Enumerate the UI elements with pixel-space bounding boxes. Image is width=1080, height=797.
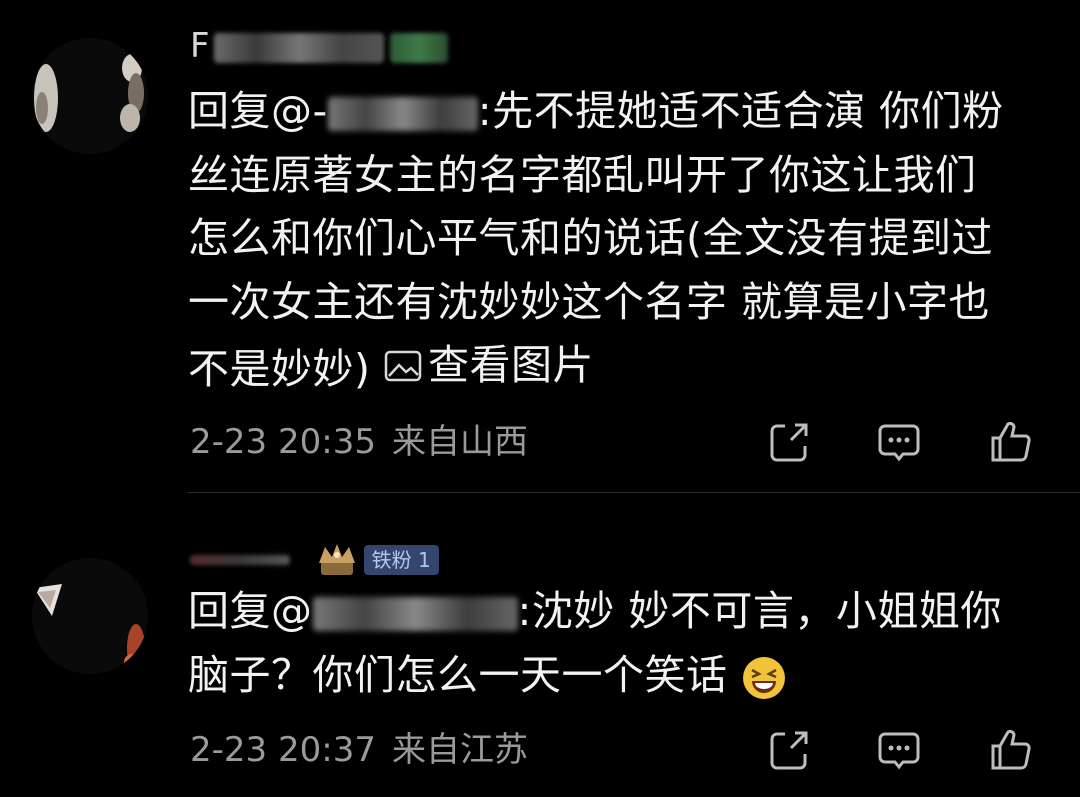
reply-button[interactable] (875, 418, 923, 466)
avatar[interactable] (32, 558, 148, 674)
comment-item: F 回复@- :先不提她适不适合演 你们粉 丝连原著女主的名字都乱叫开了你这让我们… (0, 0, 1080, 493)
mention-prefix: 回复@ (188, 587, 313, 635)
share-icon (770, 731, 808, 770)
mention-prefix: 回复@- (188, 87, 328, 135)
comment-line: 怎么和你们心平气和的说话(全文没有提到过 (188, 214, 993, 262)
avatar[interactable] (32, 38, 148, 154)
reply-button[interactable] (875, 726, 923, 774)
mention-suffix: :沈妙 妙不可言，小姐姐你 (517, 587, 1002, 635)
username-blur (213, 32, 384, 63)
fan-badge: 铁粉 1 (363, 544, 439, 575)
comment-line-text: 脑子？你们怎么一天一个笑话 (188, 650, 728, 699)
location: 来自江苏 (391, 730, 528, 770)
comment-line: 一次女主还有沈妙妙这个名字 就算是小字也 (188, 277, 991, 326)
share-button[interactable] (765, 726, 813, 774)
thumbs-up-icon (991, 729, 1031, 770)
mention-blur (327, 97, 478, 131)
comment-line: 丝连原著女主的名字都乱叫开了你这让我们 (188, 150, 977, 199)
mention-blur (312, 597, 518, 631)
comment-icon (878, 424, 920, 462)
like-button[interactable] (987, 418, 1035, 466)
comment-line: 回复@- :先不提她适不适合演 你们粉 (188, 80, 1058, 144)
username-blur (190, 554, 290, 565)
view-image-link[interactable]: 查看图片 (384, 334, 594, 398)
share-button[interactable] (765, 418, 813, 466)
comment-meta: 2-23 20:37 来自江苏 (190, 728, 528, 772)
like-button[interactable] (987, 726, 1035, 774)
comment-icon (878, 732, 920, 770)
comment-item: 铁粉 1 回复@ :沈妙 妙不可言，小姐姐你 脑子？你们怎么一天一个笑话 2-23… (0, 520, 1080, 797)
comment-line: 不是妙妙) 查看图片 (188, 334, 1058, 401)
location: 来自山西 (391, 422, 528, 462)
crown-icon (318, 543, 355, 575)
mention-suffix: :先不提她适不适合演 你们粉 (477, 87, 1004, 135)
divider (188, 492, 1080, 493)
username[interactable]: 铁粉 1 (190, 538, 439, 578)
share-icon (770, 423, 808, 462)
thumbs-up-icon (991, 421, 1031, 462)
comment-line: 回复@ :沈妙 妙不可言，小姐姐你 (188, 580, 1058, 644)
timestamp: 2-23 20:35 (190, 422, 376, 462)
comment-line-text: 不是妙妙) (188, 344, 371, 393)
username[interactable]: F (190, 26, 448, 66)
comment-body[interactable]: 回复@ :沈妙 妙不可言，小姐姐你 脑子？你们怎么一天一个笑话 (188, 580, 1058, 707)
comment-meta: 2-23 20:35 来自山西 (190, 420, 528, 464)
view-image-label: 查看图片 (428, 341, 595, 389)
comment-line: 脑子？你们怎么一天一个笑话 (188, 644, 1058, 708)
laughing-emoji-icon (743, 656, 786, 699)
username-text: F (190, 26, 210, 66)
comment-body[interactable]: 回复@- :先不提她适不适合演 你们粉 丝连原著女主的名字都乱叫开了你这让我们 怎… (188, 80, 1058, 401)
image-icon (384, 350, 422, 381)
username-blur-green (389, 32, 448, 63)
timestamp: 2-23 20:37 (190, 730, 376, 770)
